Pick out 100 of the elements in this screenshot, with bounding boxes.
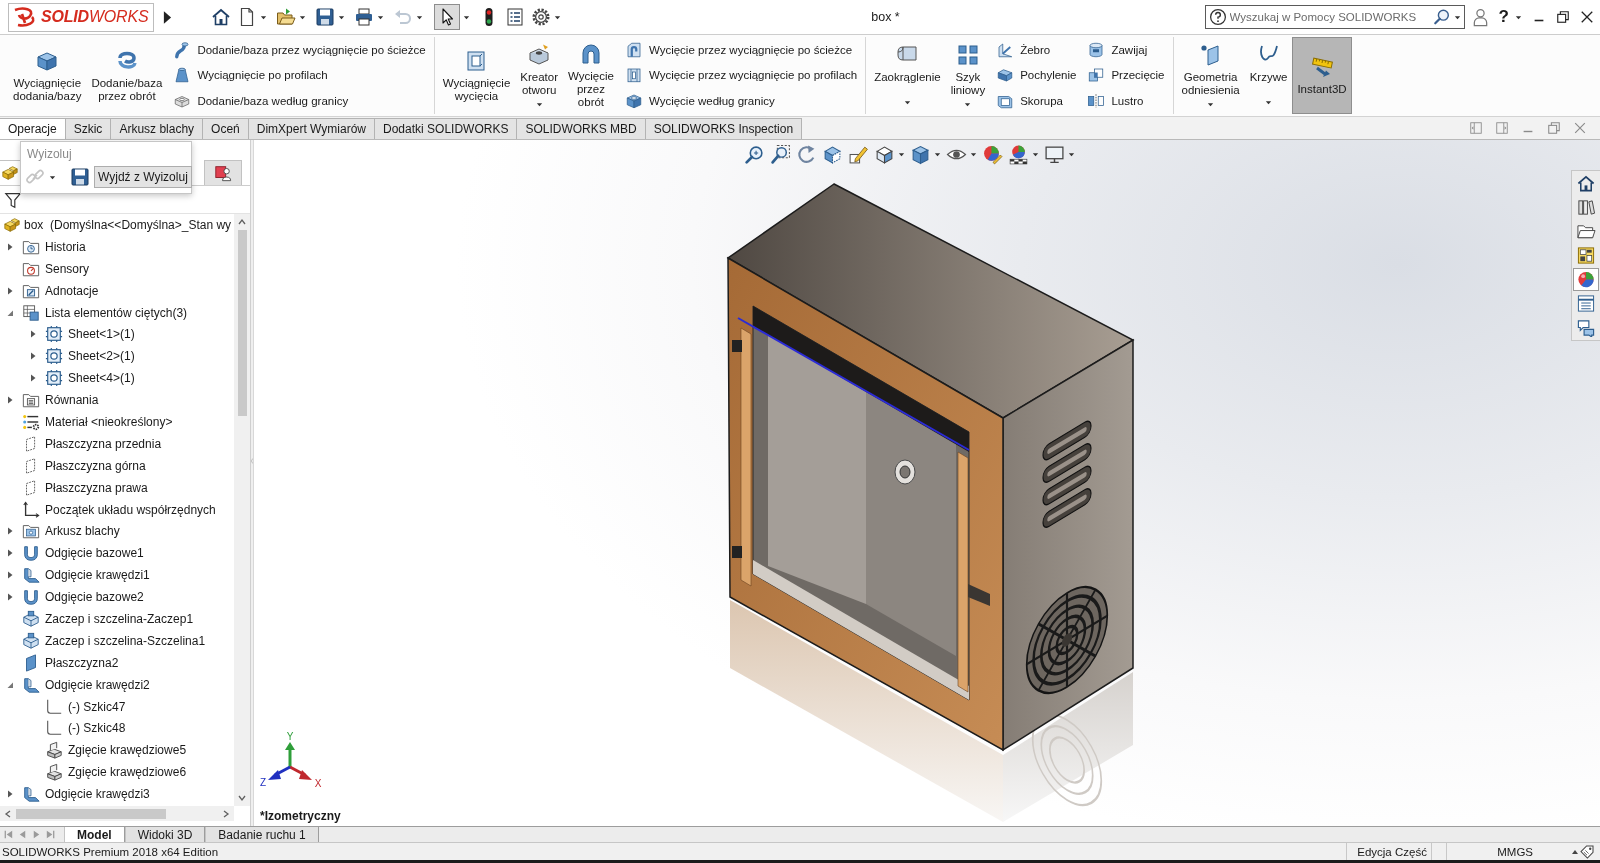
ribbon-command[interactable]: Wycięcie przez wyciągnięcie po profilach: [622, 64, 860, 87]
caret-icon[interactable]: [1032, 151, 1039, 158]
caret-icon[interactable]: [377, 13, 385, 21]
tree-item[interactable]: box (Domyślna<<Domyślna>_Stan wy: [24, 217, 232, 232]
command-tab[interactable]: Operacje: [0, 118, 66, 139]
help-button[interactable]: ?: [1496, 7, 1511, 27]
caret-icon[interactable]: [1068, 151, 1075, 158]
collapse-arrow-icon[interactable]: [6, 308, 14, 317]
ribbon-command[interactable]: Żebro: [994, 38, 1079, 61]
command-tab[interactable]: Arkusz blachy: [111, 118, 204, 139]
caret-icon[interactable]: [1453, 13, 1461, 21]
home-icon[interactable]: [211, 7, 232, 27]
tree-item[interactable]: Odgięcie bazowe1: [45, 546, 144, 561]
tree-item[interactable]: Płaszczyzna górna: [45, 458, 146, 473]
ribbon-command[interactable]: Wyciągnięcie po profilach: [171, 64, 428, 87]
scroll-thumb[interactable]: [237, 230, 247, 416]
tree-item[interactable]: Historia: [45, 239, 86, 254]
ribbon-command[interactable]: Zawijaj: [1085, 38, 1167, 61]
ribbon-button[interactable]: Wycięcie przez obrót: [563, 37, 619, 114]
caret-icon[interactable]: [970, 151, 977, 158]
tree-item[interactable]: Zaczep i szczelina-Szczelina1: [45, 633, 206, 648]
tree-item[interactable]: Zgięcie krawędziowe5: [68, 743, 187, 758]
search-input[interactable]: Wyszukaj w Pomocy SOLIDWORKS: [1229, 7, 1430, 27]
tree-item[interactable]: Odgięcie krawędzi2: [45, 677, 150, 692]
caret-icon[interactable]: [1515, 13, 1522, 21]
tree-item[interactable]: Początek układu współrzędnych: [45, 502, 216, 517]
tree-item[interactable]: Materiał <nieokreślony>: [45, 414, 173, 429]
caret-icon[interactable]: [338, 13, 346, 21]
ribbon-button[interactable]: Wyciągnięcie wycięcia: [437, 37, 516, 114]
command-tab[interactable]: DimXpert Wymiarów: [248, 118, 375, 139]
expand-arrow-icon[interactable]: [6, 571, 14, 580]
exit-isolate-button[interactable]: Wyjdź z Wyizoluj: [94, 166, 192, 188]
ribbon-command[interactable]: Lustro: [1085, 90, 1167, 113]
caret-icon[interactable]: [898, 151, 905, 158]
expand-arrow-icon[interactable]: [29, 374, 37, 383]
ribbon-button[interactable]: Kreator otworu: [515, 37, 563, 114]
command-tab[interactable]: SOLIDWORKS MBD: [517, 118, 646, 139]
color-sphere-pencil-icon[interactable]: [982, 144, 1003, 165]
tree-item[interactable]: Sheet<2>(1): [68, 349, 135, 364]
restore-icon[interactable]: [1556, 10, 1570, 24]
filter-icon[interactable]: [4, 190, 22, 209]
caret-icon[interactable]: [49, 173, 56, 181]
settings-icon[interactable]: [531, 7, 552, 27]
search-icon[interactable]: [1432, 8, 1451, 26]
list-icon[interactable]: [505, 7, 526, 27]
caret-icon[interactable]: [463, 13, 471, 21]
command-tab[interactable]: SOLIDWORKS Inspection: [645, 118, 803, 139]
tree-item[interactable]: Arkusz blachy: [45, 524, 120, 539]
scroll-down-icon[interactable]: [237, 793, 247, 803]
tree-item[interactable]: Sheet<4>(1): [68, 371, 135, 386]
scroll-left-icon[interactable]: [3, 808, 13, 819]
tree-item[interactable]: Zaczep i szczelina-Zaczep1: [45, 611, 194, 626]
tree-item[interactable]: Odgięcie bazowe2: [45, 590, 144, 605]
scroll-right-icon[interactable]: [221, 808, 231, 819]
expand-menu-icon[interactable]: [163, 9, 173, 25]
shaded-cube-icon[interactable]: [910, 144, 931, 165]
tag-icon[interactable]: [1579, 843, 1595, 860]
tile-right-icon[interactable]: [1495, 121, 1509, 135]
tree-item[interactable]: Płaszczyzna2: [45, 655, 119, 670]
ribbon-button[interactable]: Wyciągnięcie dodania/bazy: [8, 37, 87, 114]
cube-icon[interactable]: [874, 144, 895, 165]
expand-arrow-icon[interactable]: [6, 527, 14, 536]
tree-item[interactable]: Lista elementów ciętych(3): [45, 305, 188, 320]
ribbon-button[interactable]: Krzywe: [1244, 37, 1293, 114]
ribbon-button[interactable]: Zaokrąglenie: [869, 37, 946, 114]
tree-item[interactable]: Zgięcie krawędziowe6: [68, 765, 187, 780]
expand-arrow-icon[interactable]: [29, 352, 37, 361]
pointer-icon[interactable]: [434, 4, 461, 30]
section-cube-icon[interactable]: [822, 144, 843, 165]
ribbon-command[interactable]: Przecięcie: [1085, 64, 1167, 87]
tree-item[interactable]: Adnotacje: [45, 283, 99, 298]
scroll-thumb[interactable]: [16, 808, 166, 819]
printer-icon[interactable]: [354, 7, 375, 27]
tree-item[interactable]: Równania: [45, 393, 99, 408]
expand-arrow-icon[interactable]: [6, 549, 14, 558]
expand-arrow-icon[interactable]: [6, 286, 14, 295]
collapse-arrow-icon[interactable]: [6, 680, 14, 689]
close-icon[interactable]: [1580, 10, 1594, 24]
caret-icon[interactable]: [554, 13, 562, 21]
card-person-icon[interactable]: [204, 160, 242, 185]
open-folder-icon[interactable]: [276, 7, 297, 27]
ribbon-command[interactable]: Dodanie/baza przez wyciągnięcie po ścieżce: [171, 38, 428, 61]
command-tab[interactable]: Szkic: [65, 118, 112, 139]
command-tab[interactable]: Dodatki SOLIDWORKS: [375, 118, 518, 139]
caret-icon[interactable]: [260, 13, 268, 21]
tree-item[interactable]: Odgięcie krawędzi3: [45, 787, 150, 802]
ribbon-command[interactable]: Wycięcie według granicy: [622, 90, 860, 113]
tree-item[interactable]: (-) Szkic48: [68, 721, 126, 736]
tree-item[interactable]: Sensory: [45, 261, 90, 276]
ribbon-button[interactable]: Dodanie/baza przez obrót: [86, 37, 168, 114]
scroll-up-icon[interactable]: [237, 217, 247, 227]
expand-arrow-icon[interactable]: [6, 593, 14, 602]
search-box[interactable]: Wyszukaj w Pomocy SOLIDWORKS: [1204, 5, 1465, 29]
ribbon-command[interactable]: Pochylenie: [994, 64, 1079, 87]
caret-icon[interactable]: [299, 13, 307, 21]
expand-arrow-icon[interactable]: [6, 790, 14, 799]
zoom-fit-icon[interactable]: [744, 144, 765, 165]
units-selector[interactable]: MMGS: [1497, 845, 1533, 858]
command-tab[interactable]: Oceń: [203, 118, 249, 139]
ribbon-button[interactable]: Geometria odniesienia: [1176, 37, 1245, 114]
